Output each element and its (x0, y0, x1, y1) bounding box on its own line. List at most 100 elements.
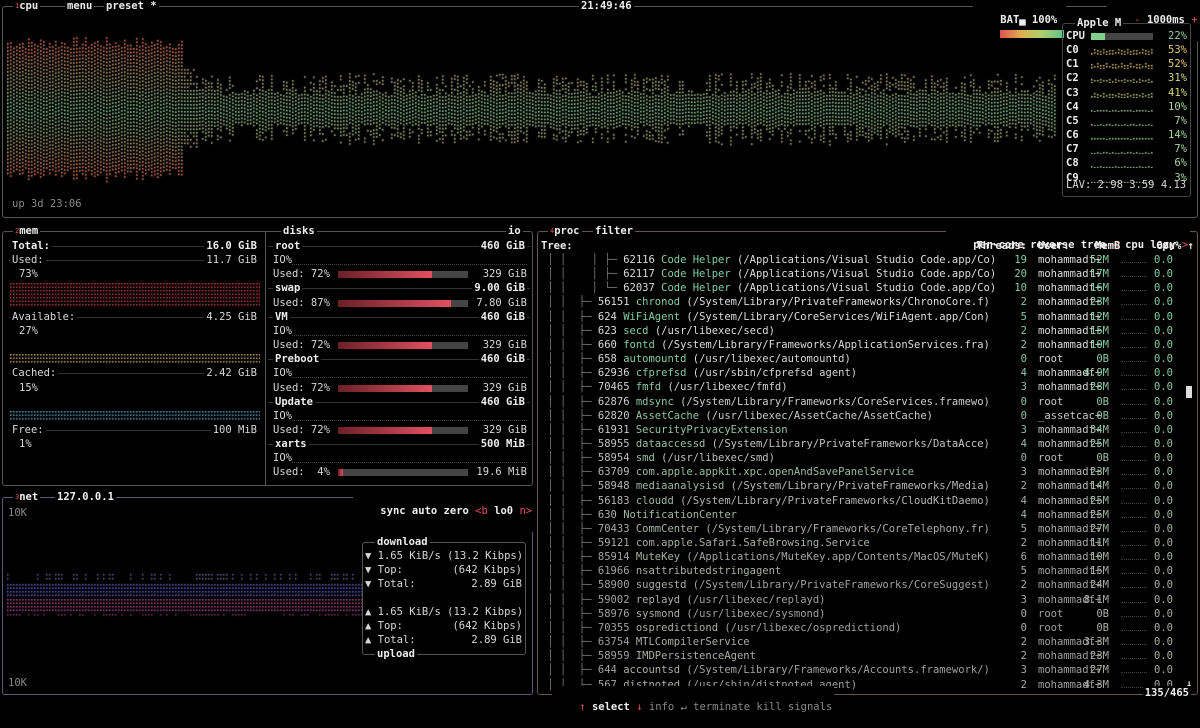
process-row[interactable]: │ │ ├─ 70355 ospredictiond (/usr/libexec… (538, 621, 1193, 635)
process-row[interactable]: │ │ ├─ 61966 nsattributedstringagent5moh… (538, 564, 1193, 578)
process-pid: 660 (598, 339, 617, 351)
process-row[interactable]: │ │ ├─ 56183 cloudd (/System/Library/Pri… (538, 494, 1193, 508)
process-row[interactable]: │ │ ├─ 59121 com.apple.Safari.SafeBrowsi… (538, 536, 1193, 550)
select-up-icon[interactable]: ↑ (579, 701, 585, 713)
mem-title[interactable]: 2mem (13, 224, 40, 238)
header-threads[interactable]: Threads: (976, 239, 1027, 253)
proc-title[interactable]: 4proc (548, 224, 582, 238)
process-pid: 56183 (598, 495, 630, 507)
process-args: (/System/Library/Frameworks/CoreTelephon… (699, 523, 990, 535)
process-row[interactable]: │ │ ├─ 56151 chronod (/System/Library/Pr… (538, 295, 1193, 309)
info-button[interactable]: info (649, 701, 674, 713)
process-command: │ │ ├─ 658 automountd (/usr/libexec/auto… (541, 352, 851, 366)
process-cpu: 0.0 (1154, 621, 1173, 635)
zero-button[interactable]: zero (444, 505, 469, 517)
process-cpu: 0.0 (1154, 451, 1173, 465)
disk-name: VM (273, 310, 290, 324)
process-row[interactable]: │ │ │ ├─ 62116 Code Helper (/Application… (538, 253, 1193, 267)
process-name: replayd (636, 594, 680, 606)
select-button[interactable]: select (592, 701, 630, 713)
process-threads: 2 (1021, 635, 1027, 649)
core-usage-graph (1091, 46, 1153, 55)
process-row[interactable]: │ │ ├─ 58948 mediaanalysisd (/System/Lib… (538, 479, 1193, 493)
interval-increase-button[interactable]: + (1191, 14, 1197, 26)
process-cpu-graph (1121, 347, 1147, 348)
mem-pct: 1% (19, 437, 32, 451)
process-args: (/System/Library/PrivateFrameworks/Cloud… (674, 495, 990, 507)
process-user: root (1038, 621, 1063, 635)
process-cpu-graph (1121, 418, 1147, 419)
process-user: root (1038, 352, 1063, 366)
process-row[interactable]: │ │ ├─ 63754 MTLCompilerService2mohammad… (538, 635, 1193, 649)
process-row[interactable]: │ │ ├─ 660 fontd (/System/Library/Framew… (538, 338, 1193, 352)
process-row[interactable]: │ │ ├─ 630 NotificationCenter4mohammadf+… (538, 508, 1193, 522)
process-pid: 62116 (623, 254, 655, 266)
core-pct: 41% (1168, 86, 1187, 100)
process-name: WiFiAgent (623, 311, 680, 323)
header-cpu[interactable]: Cpu% ↑ (1156, 239, 1194, 253)
net-title[interactable]: 3net (13, 490, 40, 504)
process-command: │ │ ├─ 58948 mediaanalysisd (/System/Lib… (541, 479, 990, 493)
process-cpu-graph (1121, 333, 1147, 334)
signals-button[interactable]: signals (788, 701, 832, 713)
header-mem[interactable]: MemB (1095, 239, 1120, 253)
core-usage-graph (1091, 74, 1153, 83)
header-tree[interactable]: Tree: (541, 239, 573, 253)
process-row[interactable]: │ │ ├─ 62876 mdsync (/System/Library/Fra… (538, 395, 1193, 409)
menu-button[interactable]: mmenu (65, 0, 94, 13)
process-row[interactable]: │ │ ├─ 62820 AssetCache (/usr/libexec/As… (538, 409, 1193, 423)
process-user: root (1038, 451, 1063, 465)
process-threads: 20 (1014, 267, 1027, 281)
core-label: C8 (1066, 156, 1079, 170)
process-mem: 11M (1090, 536, 1109, 550)
process-row[interactable]: │ │ │ └─ 62037 Code Helper (/Application… (538, 281, 1193, 295)
process-row[interactable]: │ │ ├─ 658 automountd (/usr/libexec/auto… (538, 352, 1193, 366)
auto-toggle[interactable]: auto (412, 505, 437, 517)
process-row[interactable]: │ │ ├─ 63709 com.apple.appkit.xpc.openAn… (538, 465, 1193, 479)
process-cpu: 0.0 (1154, 465, 1173, 479)
process-row[interactable]: │ │ ├─ 70433 CommCenter (/System/Library… (538, 522, 1193, 536)
next-interface-button[interactable]: n> (519, 505, 532, 517)
process-name: cloudd (636, 495, 674, 507)
disk-used-value: 329 GiB (483, 381, 527, 395)
process-row[interactable]: │ │ ├─ 58959 IMDPersistenceAgent2mohamma… (538, 649, 1193, 663)
process-row[interactable]: │ │ ├─ 58954 smd (/usr/libexec/smd)0root… (538, 451, 1193, 465)
kill-button[interactable]: kill (756, 701, 781, 713)
disk-usage-bar (338, 427, 468, 434)
process-command: │ │ ├─ 58959 IMDPersistenceAgent (541, 649, 756, 663)
disks-title[interactable]: ddisks (281, 224, 317, 238)
process-name: fontd (623, 339, 655, 351)
process-row[interactable]: │ │ ├─ 624 WiFiAgent (/System/Library/Co… (538, 310, 1193, 324)
sync-toggle[interactable]: sync (380, 505, 405, 517)
process-row[interactable]: │ │ ├─ 58976 sysmond (/usr/libexec/sysmo… (538, 607, 1193, 621)
process-cpu: 0.0 (1154, 437, 1173, 451)
prev-interface-button[interactable]: <b (475, 505, 488, 517)
terminate-button[interactable]: terminate (693, 701, 750, 713)
process-row[interactable]: │ │ ├─ 58900 suggestd (/System/Library/P… (538, 578, 1193, 592)
process-row[interactable]: │ │ ├─ 70465 fmfd (/usr/libexec/fmfd)3mo… (538, 380, 1193, 394)
tree-branch: │ │ ├─ (541, 339, 598, 351)
process-pid: 58954 (598, 452, 630, 464)
process-cpu: 0.0 (1154, 479, 1173, 493)
scrollbar[interactable] (1186, 254, 1194, 674)
io-toggle[interactable]: iio (506, 224, 523, 238)
select-down-icon[interactable]: ↓ (636, 701, 642, 713)
process-row[interactable]: │ │ ├─ 59002 replayd (/usr/libexec/repla… (538, 593, 1193, 607)
process-row[interactable]: │ │ ├─ 644 accountsd (/System/Library/Fr… (538, 663, 1193, 677)
process-threads: 3 (1021, 465, 1027, 479)
process-row[interactable]: │ │ ├─ 62936 cfprefsd (/usr/sbin/cfprefs… (538, 366, 1193, 380)
core-usage-graph (1091, 103, 1153, 112)
process-command: │ │ ├─ 58900 suggestd (/System/Library/P… (541, 578, 990, 592)
process-row[interactable]: │ │ ├─ 58955 dataaccessd (/System/Librar… (538, 437, 1193, 451)
process-row[interactable]: │ │ │ ├─ 62117 Code Helper (/Application… (538, 267, 1193, 281)
filter-button[interactable]: ffilter (593, 224, 635, 238)
preset-button[interactable]: preset * (104, 0, 159, 13)
header-user[interactable]: User: (1038, 239, 1070, 253)
process-pid: 630 (598, 509, 617, 521)
process-row[interactable]: │ │ ├─ 61931 SecurityPrivacyExtension3mo… (538, 423, 1193, 437)
process-command: │ │ ├─ 59002 replayd (/usr/libexec/repla… (541, 593, 826, 607)
process-row[interactable]: │ │ ├─ 623 secd (/usr/libexec/secd)2moha… (538, 324, 1193, 338)
tree-branch: │ │ ├─ (541, 509, 598, 521)
cpu-title[interactable]: 1cpu (13, 0, 40, 13)
process-row[interactable]: │ │ ├─ 85914 MuteKey (/Applications/Mute… (538, 550, 1193, 564)
